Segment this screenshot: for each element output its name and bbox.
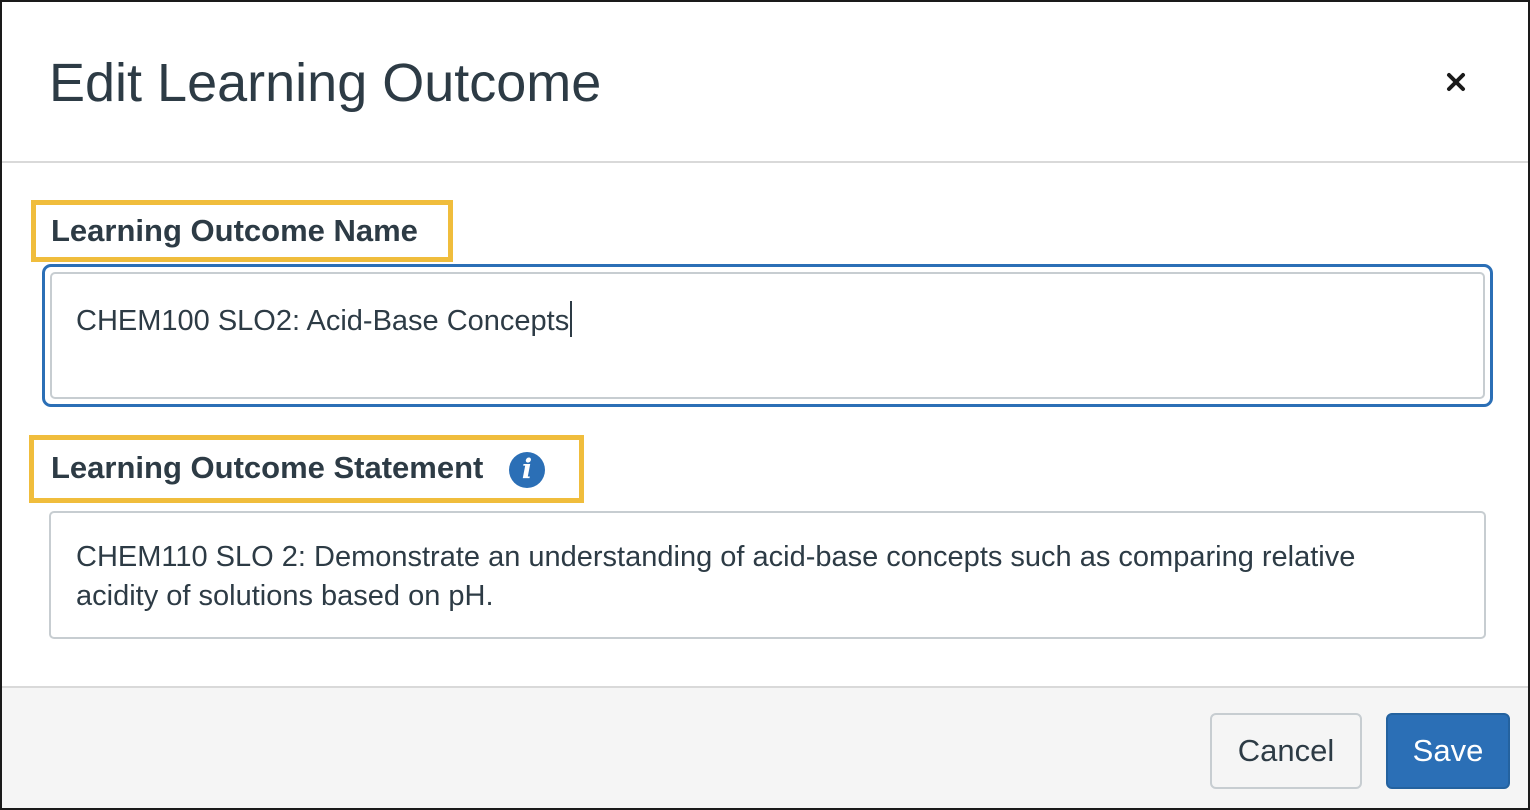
dialog-body: Learning Outcome Name CHEM100 SLO2: Acid… bbox=[2, 163, 1528, 686]
statement-field-label: Learning Outcome Statement bbox=[51, 450, 484, 485]
cancel-button[interactable]: Cancel bbox=[1210, 713, 1362, 789]
text-caret bbox=[570, 301, 573, 337]
dialog-footer: Cancel Save bbox=[2, 686, 1528, 808]
dialog-header: Edit Learning Outcome bbox=[2, 2, 1528, 163]
close-button[interactable] bbox=[1436, 62, 1476, 102]
close-icon bbox=[1447, 73, 1465, 91]
name-field-focus-ring: CHEM100 SLO2: Acid-Base Concepts bbox=[42, 264, 1493, 407]
name-field-label: Learning Outcome Name bbox=[51, 213, 418, 248]
name-input-value: CHEM100 SLO2: Acid-Base Concepts bbox=[76, 305, 570, 337]
dialog-title: Edit Learning Outcome bbox=[49, 53, 602, 113]
learning-outcome-statement-textarea[interactable]: CHEM110 SLO 2: Demonstrate an understand… bbox=[49, 511, 1486, 639]
edit-learning-outcome-dialog: Edit Learning Outcome Learning Outcome N… bbox=[0, 0, 1530, 810]
save-button[interactable]: Save bbox=[1386, 713, 1510, 789]
learning-outcome-name-input[interactable]: CHEM100 SLO2: Acid-Base Concepts bbox=[50, 272, 1485, 399]
info-icon[interactable]: i bbox=[509, 452, 545, 488]
